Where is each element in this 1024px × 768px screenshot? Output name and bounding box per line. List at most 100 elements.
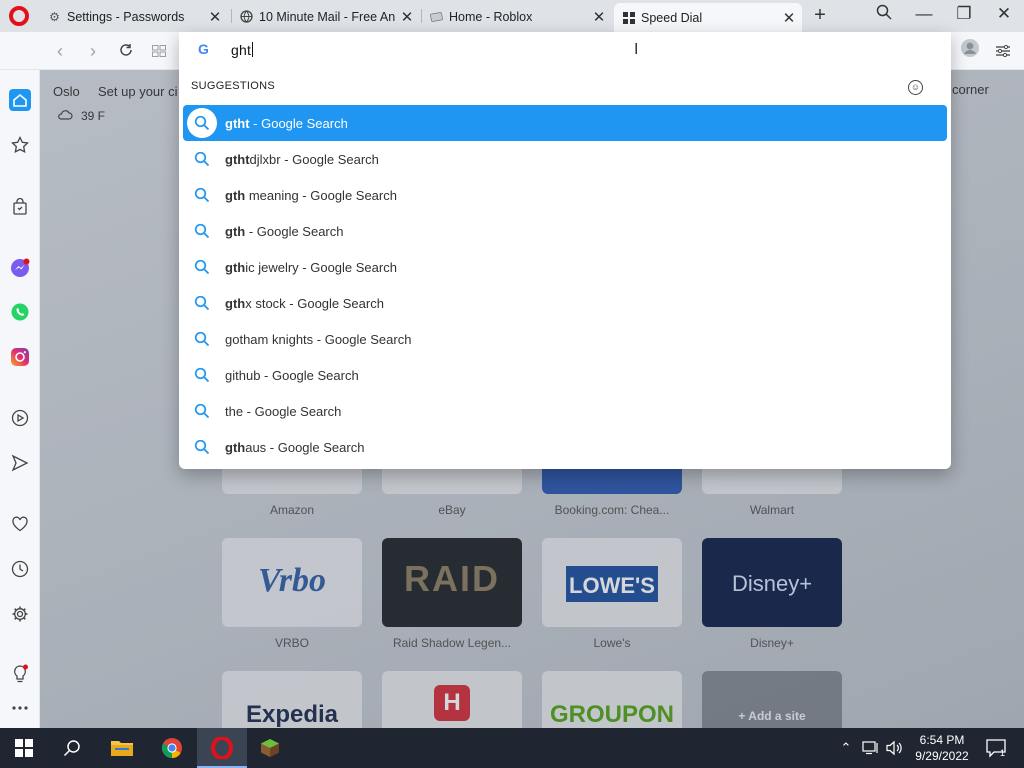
suggestion-text: gthic jewelry - Google Search xyxy=(225,260,397,275)
tab-close-icon[interactable]: ✕ xyxy=(590,8,608,26)
search-icon xyxy=(187,180,217,210)
minecraft-icon[interactable] xyxy=(257,735,283,761)
file-explorer-icon[interactable] xyxy=(109,735,135,761)
profile-avatar-icon[interactable] xyxy=(957,38,983,64)
suggestion-text: gtht - Google Search xyxy=(225,116,348,131)
gear-icon: ⚙ xyxy=(49,9,60,24)
speed-dial-icon xyxy=(622,11,635,24)
tab-search-icon[interactable] xyxy=(871,4,897,26)
search-icon xyxy=(187,432,217,462)
taskbar-search-icon[interactable] xyxy=(59,735,85,761)
network-icon[interactable] xyxy=(860,735,882,761)
tab-title: Settings - Passwords xyxy=(67,9,185,24)
system-clock[interactable]: 6:54 PM 9/29/2022 xyxy=(912,732,972,764)
tab-settings-passwords[interactable]: ⚙ Settings - Passwords ✕ xyxy=(40,3,228,30)
show-hidden-icons-chevron-icon[interactable]: ⌃ xyxy=(836,735,856,761)
suggestion-item[interactable]: gthx stock - Google Search xyxy=(183,285,947,321)
suggestion-item[interactable]: gth - Google Search xyxy=(183,213,947,249)
bookmarks-star-icon[interactable] xyxy=(8,133,32,157)
suggestions-header: SUGGESTIONS xyxy=(191,80,275,92)
new-tab-button[interactable]: + xyxy=(810,4,830,27)
tab-close-icon[interactable]: ✕ xyxy=(780,9,798,27)
address-suggestions-dropdown: G ght I SUGGESTIONS ☺ gtht - Google Sear… xyxy=(179,32,951,469)
search-icon xyxy=(187,288,217,318)
tab-close-icon[interactable]: ✕ xyxy=(398,8,416,26)
tiles-icon[interactable] xyxy=(146,38,172,64)
suggestion-item[interactable]: gth meaning - Google Search xyxy=(183,177,947,213)
forward-button[interactable]: › xyxy=(80,38,106,64)
suggestion-item[interactable]: gotham knights - Google Search xyxy=(183,321,947,357)
tab-strip: ⚙ Settings - Passwords ✕ 10 Minute Mail … xyxy=(0,0,1024,32)
suggestion-item[interactable]: gthaus - Google Search xyxy=(183,429,947,465)
suggestion-item[interactable]: gtht - Google Search xyxy=(183,105,947,141)
more-options-icon[interactable] xyxy=(8,696,32,720)
address-input[interactable]: ght xyxy=(231,42,254,58)
messenger-icon[interactable] xyxy=(8,256,32,280)
settings-gear-icon[interactable] xyxy=(8,602,32,626)
google-icon: G xyxy=(198,41,209,57)
home-icon[interactable] xyxy=(8,88,32,112)
close-window-button[interactable]: ✕ xyxy=(991,4,1017,26)
search-icon xyxy=(187,144,217,174)
suggestion-text: the - Google Search xyxy=(225,404,341,419)
suggestion-match: gth xyxy=(225,259,246,275)
suggestion-rest: gotham knights - Google Search xyxy=(225,331,412,347)
player-icon[interactable] xyxy=(8,406,32,430)
chrome-icon[interactable] xyxy=(159,735,185,761)
history-clock-icon[interactable] xyxy=(8,557,32,581)
suggestion-match: gth xyxy=(225,439,246,455)
restore-button[interactable]: ❐ xyxy=(951,4,977,26)
suggestion-match: gtht xyxy=(225,115,250,131)
suggestion-text: gth - Google Search xyxy=(225,224,344,239)
back-button[interactable]: ‹ xyxy=(47,38,73,64)
text-caret xyxy=(252,42,254,57)
windows-taskbar: ⌃ 6:54 PM 9/29/2022 1 xyxy=(0,728,1024,768)
i-beam-cursor-icon: I xyxy=(634,41,639,58)
whatsapp-icon[interactable] xyxy=(8,300,32,324)
lightbulb-icon[interactable] xyxy=(8,662,32,686)
minimize-button[interactable]: — xyxy=(911,4,937,26)
send-flow-icon[interactable] xyxy=(8,451,32,475)
suggestion-rest: meaning - Google Search xyxy=(245,187,397,203)
suggestion-match: gth xyxy=(225,187,246,203)
windows-start-icon[interactable] xyxy=(11,735,37,761)
notification-count: 1 xyxy=(1000,748,1005,758)
suggestion-text: gthaus - Google Search xyxy=(225,440,364,455)
suggestion-text: gthtdjlxbr - Google Search xyxy=(225,152,379,167)
suggestion-item[interactable]: the - Google Search xyxy=(183,393,947,429)
suggestion-item[interactable]: github - Google Search xyxy=(183,357,947,393)
tab-title: 10 Minute Mail - Free An xyxy=(259,9,396,24)
smiley-feedback-icon[interactable]: ☺ xyxy=(908,80,923,95)
opera-taskbar-icon[interactable] xyxy=(209,735,235,761)
tab-speed-dial[interactable]: Speed Dial ✕ xyxy=(614,3,802,32)
suggestion-match: gth xyxy=(225,223,246,239)
suggestion-match: gtht xyxy=(225,151,250,167)
suggestion-rest: x stock - Google Search xyxy=(245,295,384,311)
search-icon xyxy=(187,360,217,390)
suggestion-rest: the - Google Search xyxy=(225,403,342,419)
tab-close-icon[interactable]: ✕ xyxy=(206,8,224,26)
suggestion-text: github - Google Search xyxy=(225,368,359,383)
address-field[interactable]: G ght I xyxy=(179,32,951,68)
notification-center-icon[interactable]: 1 xyxy=(983,735,1009,761)
heart-icon[interactable] xyxy=(8,512,32,536)
opera-menu-icon[interactable] xyxy=(9,6,29,26)
easy-setup-icon[interactable] xyxy=(990,38,1016,64)
suggestion-item[interactable]: gthtdjlxbr - Google Search xyxy=(183,141,947,177)
shopping-bag-icon[interactable] xyxy=(8,195,32,219)
suggestion-rest: github - Google Search xyxy=(225,367,359,383)
search-icon xyxy=(187,324,217,354)
search-icon xyxy=(187,252,217,282)
suggestion-match: gth xyxy=(225,295,246,311)
volume-icon[interactable] xyxy=(884,735,906,761)
reload-button[interactable] xyxy=(113,38,139,64)
instagram-icon[interactable] xyxy=(8,345,32,369)
roblox-icon xyxy=(430,10,443,23)
tab-title: Home - Roblox xyxy=(449,9,533,24)
tab-roblox[interactable]: Home - Roblox ✕ xyxy=(422,3,612,30)
clock-date: 9/29/2022 xyxy=(915,749,969,763)
suggestion-rest: - Google Search xyxy=(249,115,348,131)
tab-10-minute-mail[interactable]: 10 Minute Mail - Free An ✕ xyxy=(232,3,420,30)
suggestion-item[interactable]: gthic jewelry - Google Search xyxy=(183,249,947,285)
suggestion-rest: aus - Google Search xyxy=(245,439,365,455)
